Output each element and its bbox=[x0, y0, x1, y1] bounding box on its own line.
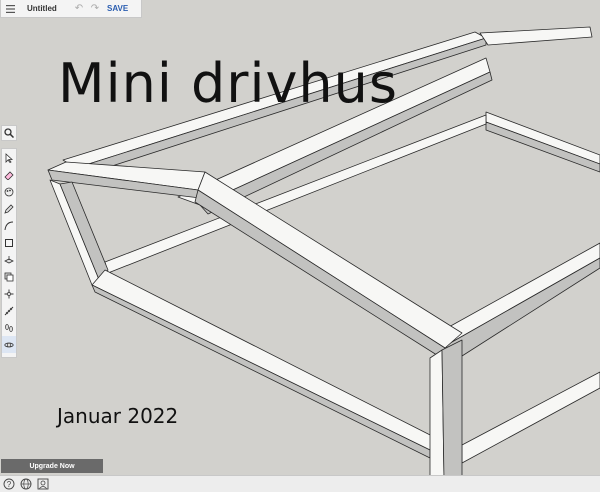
hamburger-menu-icon[interactable] bbox=[1, 0, 19, 18]
rectangle-icon bbox=[5, 238, 13, 247]
front-left-post-side[interactable] bbox=[59, 181, 109, 283]
top-toolbar: Untitled ↶ ↷ SAVE bbox=[0, 0, 142, 18]
move-tool[interactable] bbox=[2, 285, 16, 302]
tape-measure-tool[interactable] bbox=[2, 302, 16, 319]
save-button[interactable]: SAVE bbox=[107, 4, 128, 13]
push-pull-tool[interactable] bbox=[2, 251, 16, 268]
model-title-text: Mini drivhus bbox=[58, 52, 399, 115]
eraser-tool[interactable] bbox=[2, 166, 16, 183]
back-rafter[interactable] bbox=[479, 26, 593, 46]
paint-palette-icon bbox=[4, 187, 14, 196]
front-rafter-right-side[interactable] bbox=[194, 189, 446, 358]
status-bar: ? bbox=[0, 475, 600, 492]
globe-icon[interactable] bbox=[19, 477, 33, 491]
upgrade-now-button[interactable]: Upgrade Now bbox=[1, 459, 103, 473]
offset-tool[interactable] bbox=[2, 268, 16, 285]
walk-tool[interactable] bbox=[2, 319, 16, 336]
rectangle-tool[interactable] bbox=[2, 234, 16, 251]
footprints-icon bbox=[5, 323, 13, 332]
tool-palette bbox=[1, 148, 17, 358]
right-rail-top[interactable] bbox=[485, 111, 600, 165]
move-arrows-icon bbox=[4, 289, 14, 298]
right-rail-side[interactable] bbox=[485, 121, 600, 173]
arc-tool[interactable] bbox=[2, 217, 16, 234]
pencil-tool[interactable] bbox=[2, 200, 16, 217]
search-button[interactable] bbox=[1, 125, 17, 141]
redo-icon[interactable]: ↷ bbox=[87, 3, 103, 14]
front-rafter-right[interactable] bbox=[197, 171, 463, 349]
right-sill[interactable] bbox=[461, 371, 600, 464]
front-right-post-side[interactable] bbox=[441, 339, 463, 481]
pencil-icon bbox=[4, 203, 14, 214]
offset-icon bbox=[4, 272, 14, 281]
eraser-icon bbox=[4, 170, 14, 180]
document-title[interactable]: Untitled bbox=[27, 4, 71, 13]
undo-icon[interactable]: ↶ bbox=[71, 3, 87, 14]
select-tool[interactable] bbox=[2, 149, 16, 166]
orbit-tool[interactable] bbox=[2, 336, 16, 353]
svg-text:?: ? bbox=[7, 480, 12, 489]
arc-icon bbox=[4, 221, 14, 230]
right-eave-beam-side[interactable] bbox=[444, 257, 600, 357]
arrow-cursor-icon bbox=[5, 152, 14, 163]
account-icon[interactable] bbox=[36, 477, 50, 491]
paint-bucket-tool[interactable] bbox=[2, 183, 16, 200]
orbit-icon bbox=[4, 342, 14, 347]
search-icon bbox=[4, 128, 14, 138]
help-icon[interactable]: ? bbox=[2, 477, 16, 491]
model-date-text: Januar 2022 bbox=[57, 404, 179, 428]
push-pull-icon bbox=[4, 255, 14, 263]
right-eave-beam[interactable] bbox=[437, 242, 600, 347]
tape-measure-icon bbox=[4, 306, 14, 315]
